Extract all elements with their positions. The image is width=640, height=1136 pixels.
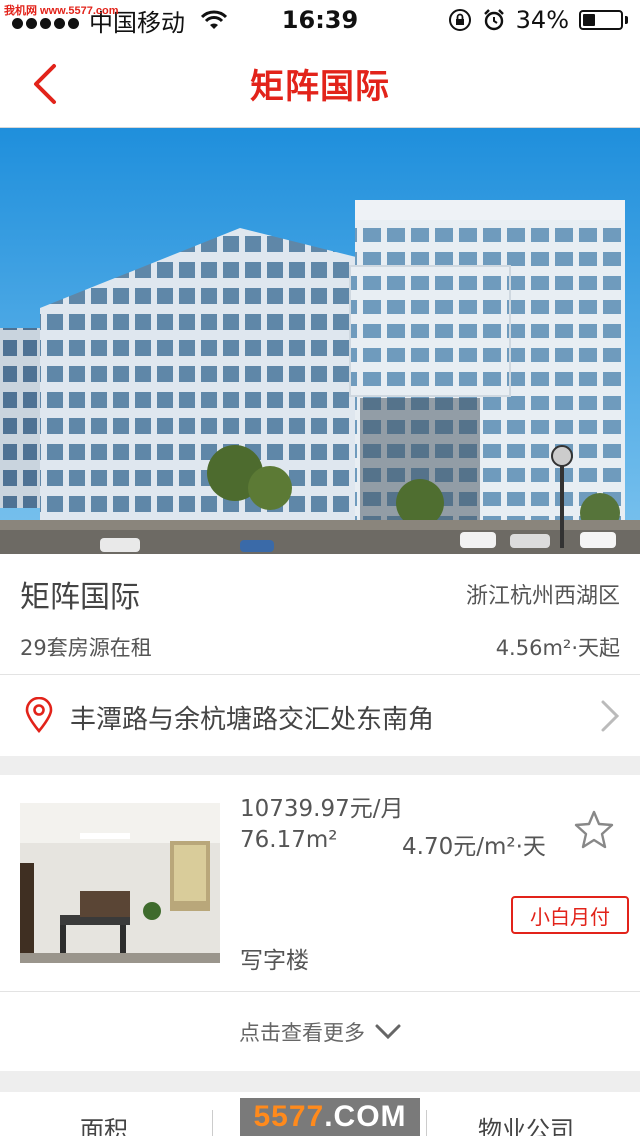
listing-area: 76.17m² — [240, 827, 338, 853]
battery-icon — [579, 10, 628, 30]
building-info: 矩阵国际 浙江杭州西湖区 29套房源在租 4.56m²·天起 — [0, 554, 640, 674]
signal-icon — [12, 17, 79, 29]
favorite-star-icon[interactable] — [574, 809, 614, 849]
battery-percent: 34% — [515, 6, 569, 34]
unit-price: 4.70元/m²·天 — [402, 834, 546, 860]
chevron-down-icon — [375, 1024, 401, 1039]
nav-bar: 矩阵国际 — [0, 40, 640, 128]
status-right: 34% — [448, 6, 628, 34]
location-pin-icon — [25, 697, 53, 733]
tab-property-company[interactable]: 物业公司 — [478, 1110, 574, 1136]
watermark-top: 我机网 www.5577.com — [4, 5, 119, 17]
listing-photo — [20, 803, 220, 963]
orientation-lock-icon — [448, 9, 471, 31]
monthly-rent: 10739.97元/月 — [240, 796, 404, 822]
tab-divider — [212, 1110, 213, 1136]
tab-divider — [426, 1110, 427, 1136]
listing-card[interactable]: 10739.97元/月 76.17m² 4.70元/m²·天 小白月付 写字楼 — [0, 775, 640, 991]
chevron-right-icon — [601, 700, 620, 732]
tab-area[interactable]: 面积 — [80, 1110, 128, 1136]
building-name: 矩阵国际 — [20, 580, 140, 615]
property-type: 写字楼 — [240, 948, 309, 974]
view-more-button[interactable]: 点击查看更多 — [0, 991, 640, 1071]
address-row[interactable]: 丰潭路与余杭塘路交汇处东南角 — [0, 674, 640, 756]
status-bar: 我机网 www.5577.com 中国移动 16:39 34% — [0, 0, 640, 40]
price-from: 4.56m²·天起 — [495, 636, 620, 660]
page-title: 矩阵国际 — [250, 67, 390, 107]
payment-badge: 小白月付 — [511, 896, 629, 934]
building-district: 浙江杭州西湖区 — [465, 584, 620, 609]
building-photo — [0, 128, 640, 554]
address-text: 丰潭路与余杭塘路交汇处东南角 — [70, 705, 435, 735]
alarm-icon — [483, 9, 504, 31]
watermark-logo: 5577 .COM — [240, 1098, 420, 1136]
back-button[interactable] — [28, 62, 64, 106]
wifi-icon — [201, 10, 227, 29]
listing-count: 29套房源在租 — [20, 636, 152, 660]
view-more-label: 点击查看更多 — [239, 1020, 365, 1045]
